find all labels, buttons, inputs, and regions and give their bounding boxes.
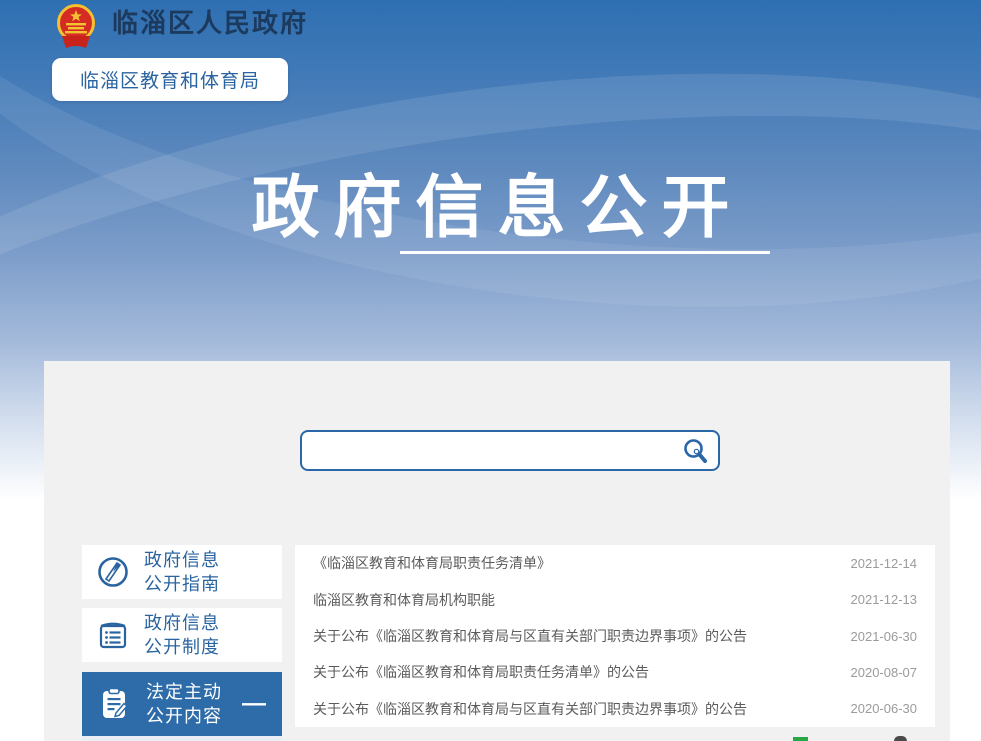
sidebar-item-label: 法定主动 公开内容: [146, 680, 222, 728]
content-panel: 政府信息 公开指南 政府信息 公开制度: [44, 361, 950, 741]
article-title[interactable]: 关于公布《临淄区教育和体育局与区直有关部门职责边界事项》的公告: [313, 626, 747, 646]
article-title[interactable]: 关于公布《临淄区教育和体育局与区直有关部门职责边界事项》的公告: [313, 699, 747, 719]
article-title[interactable]: 关于公布《临淄区教育和体育局职责任务清单》的公告: [313, 662, 649, 682]
sidebar-item-guide[interactable]: 政府信息 公开指南: [82, 545, 282, 599]
search-icon: [681, 437, 709, 465]
article-list-item[interactable]: 临淄区教育和体育局机构职能 2021-12-13: [295, 581, 935, 617]
title-underline: [400, 251, 770, 254]
article-date: 2020-08-07: [851, 665, 918, 680]
sidebar-item-statutory-disclosure[interactable]: 法定主动 公开内容 —: [82, 672, 282, 736]
article-date: 2021-06-30: [851, 629, 918, 644]
collapse-minus-icon[interactable]: —: [242, 692, 266, 716]
sidebar-item-rules[interactable]: 政府信息 公开制度: [82, 608, 282, 662]
article-date: 2021-12-14: [851, 556, 918, 571]
article-title[interactable]: 临淄区教育和体育局机构职能: [313, 590, 495, 610]
cutoff-green-icon: [793, 737, 808, 741]
article-date: 2020-06-30: [851, 701, 918, 716]
site-header: 临淄区人民政府: [52, 2, 308, 50]
article-list-item[interactable]: 关于公布《临淄区教育和体育局与区直有关部门职责边界事项》的公告 2021-06-…: [295, 618, 935, 654]
page: 临淄区人民政府 临淄区教育和体育局 政府信息公开: [0, 0, 981, 741]
article-list: 《临淄区教育和体育局职责任务清单》 2021-12-14 临淄区教育和体育局机构…: [295, 545, 935, 727]
sidebar-item-label: 政府信息 公开制度: [144, 611, 220, 659]
article-list-item[interactable]: 关于公布《临淄区教育和体育局与区直有关部门职责边界事项》的公告 2020-06-…: [295, 691, 935, 727]
search-box: [300, 430, 720, 471]
department-button[interactable]: 临淄区教育和体育局: [52, 58, 288, 101]
sidebar-next-item-cutoff: [82, 736, 282, 741]
notebook-icon: [96, 618, 130, 652]
compass-icon: [96, 555, 130, 589]
cutoff-dark-icon: [894, 736, 907, 741]
clipboard-pencil-icon: [96, 686, 132, 722]
article-date: 2021-12-13: [851, 592, 918, 607]
article-title[interactable]: 《临淄区教育和体育局职责任务清单》: [313, 553, 551, 573]
search-button[interactable]: [681, 437, 718, 465]
page-title: 政府信息公开: [0, 152, 981, 251]
article-list-item[interactable]: 《临淄区教育和体育局职责任务清单》 2021-12-14: [295, 545, 935, 581]
search-input[interactable]: [302, 432, 681, 469]
sidebar-item-label: 政府信息 公开指南: [144, 548, 220, 596]
article-list-item[interactable]: 关于公布《临淄区教育和体育局职责任务清单》的公告 2020-08-07: [295, 654, 935, 690]
site-name: 临淄区人民政府: [112, 3, 308, 40]
china-national-emblem-icon: [52, 2, 100, 50]
